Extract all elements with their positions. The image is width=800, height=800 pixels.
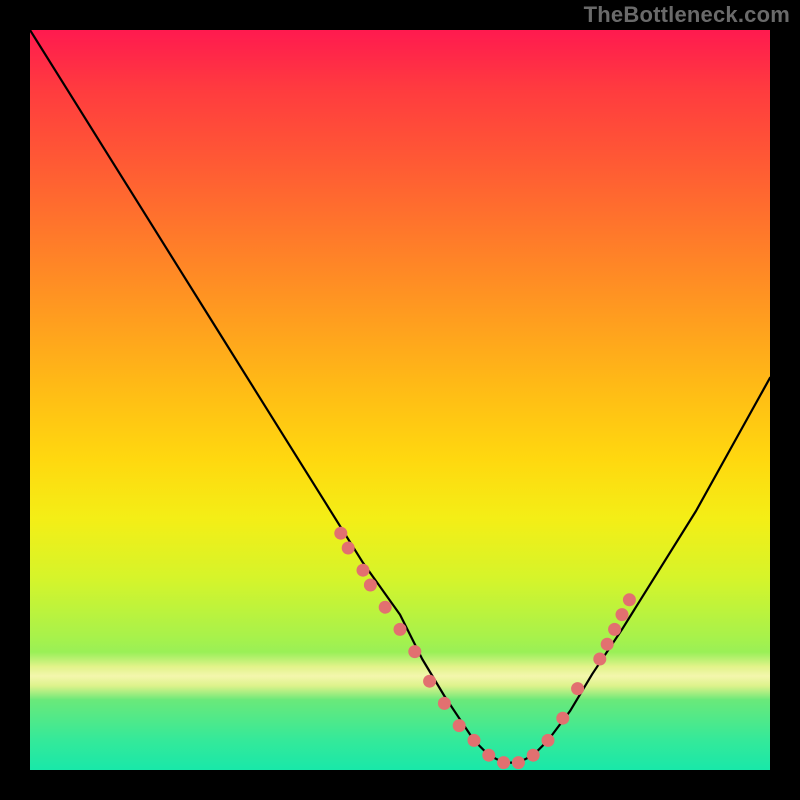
highlight-dot [408,645,421,658]
chart-frame: TheBottleneck.com [0,0,800,800]
highlight-dot [527,749,540,762]
highlight-dot [601,638,614,651]
highlight-dot [512,756,525,769]
highlight-dots-group [334,527,636,769]
highlight-dot [334,527,347,540]
highlight-dot [394,623,407,636]
highlight-dot [438,697,451,710]
highlight-dot [497,756,510,769]
watermark-label: TheBottleneck.com [584,2,790,28]
highlight-dot [357,564,370,577]
highlight-dot [608,623,621,636]
highlight-dot [542,734,555,747]
highlight-dot [342,542,355,555]
bottleneck-curve [30,30,770,763]
plot-area [30,30,770,770]
highlight-dot [623,593,636,606]
curve-layer [30,30,770,770]
highlight-dot [616,608,629,621]
highlight-dot [423,675,436,688]
highlight-dot [379,601,392,614]
highlight-dot [556,712,569,725]
highlight-dot [364,579,377,592]
highlight-dot [453,719,466,732]
highlight-dot [571,682,584,695]
highlight-dot [593,653,606,666]
highlight-dot [468,734,481,747]
highlight-dot [482,749,495,762]
